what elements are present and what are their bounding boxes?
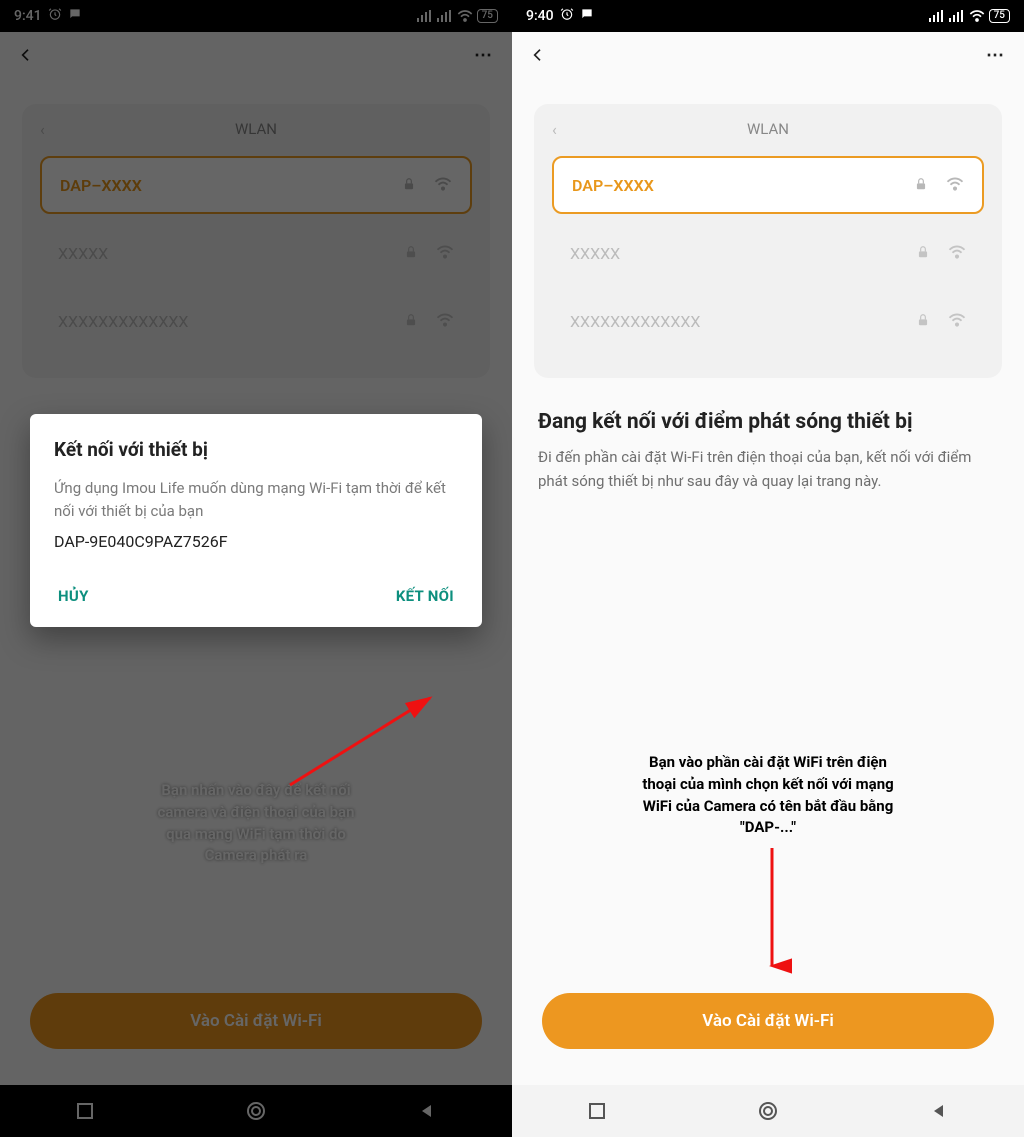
page-title: Đang kết nối với điểm phát sóng thiết bị	[538, 408, 998, 436]
dialog-title: Kết nối với thiết bị	[54, 438, 458, 461]
annotation-caption: Bạn vào phần cài đặt WiFi trên điện thoạ…	[512, 752, 1024, 839]
menu-icon[interactable]: ⋯	[986, 45, 1006, 66]
card-back-icon: ‹	[552, 120, 557, 139]
recents-icon[interactable]	[587, 1101, 607, 1121]
signal-icon	[929, 10, 945, 22]
wifi-item-selected[interactable]: DAP–XXXX	[552, 156, 984, 214]
wifi-name: XXXXXXXXXXXXX	[570, 312, 916, 331]
wifi-name: XXXXX	[570, 244, 916, 263]
lock-icon	[916, 312, 930, 331]
screen-left: 9:41 75 ⋯ ‹	[0, 0, 512, 1137]
annotation-arrow	[752, 848, 792, 978]
home-icon[interactable]	[758, 1101, 778, 1121]
wifi-signal-icon	[948, 244, 966, 263]
connect-dialog: Kết nối với thiết bị Ứng dụng Imou Life …	[30, 414, 482, 627]
screen-right: 9:40 75 ⋯ ‹	[512, 0, 1024, 1137]
chat-icon	[580, 7, 594, 25]
connect-button[interactable]: KẾT NỐI	[392, 581, 458, 611]
dialog-message: Ứng dụng Imou Life muốn dùng mạng Wi-Fi …	[54, 477, 458, 522]
wifi-item[interactable]: XXXXX	[552, 224, 984, 282]
wifi-signal-icon	[946, 176, 964, 195]
wifi-name: DAP–XXXX	[572, 176, 914, 195]
page-description: Đi đến phần cài đặt Wi-Fi trên điện thoạ…	[538, 446, 998, 493]
status-time: 9:40	[526, 8, 554, 24]
alarm-icon	[560, 7, 574, 25]
android-nav-bar	[512, 1085, 1024, 1137]
battery-icon: 75	[989, 9, 1010, 23]
app-header: ⋯	[512, 32, 1024, 78]
wifi-signal-icon	[948, 312, 966, 331]
lock-icon	[914, 176, 928, 195]
back-icon[interactable]	[530, 47, 546, 63]
status-bar: 9:40 75	[512, 0, 1024, 32]
wifi-item[interactable]: XXXXXXXXXXXXX	[552, 292, 984, 350]
cancel-button[interactable]: HỦY	[54, 581, 93, 611]
signal-icon-2	[949, 10, 965, 22]
wifi-icon	[969, 10, 985, 22]
wifi-settings-button[interactable]: Vào Cài đặt Wi-Fi	[542, 993, 994, 1049]
back-nav-icon[interactable]	[929, 1101, 949, 1121]
lock-icon	[916, 244, 930, 263]
dialog-device-name: DAP-9E040C9PAZ7526F	[54, 532, 458, 551]
wlan-card: ‹ WLAN DAP–XXXX XXXXX XXXXXXXXXXXXX	[534, 104, 1002, 378]
wlan-title: WLAN	[747, 120, 789, 138]
